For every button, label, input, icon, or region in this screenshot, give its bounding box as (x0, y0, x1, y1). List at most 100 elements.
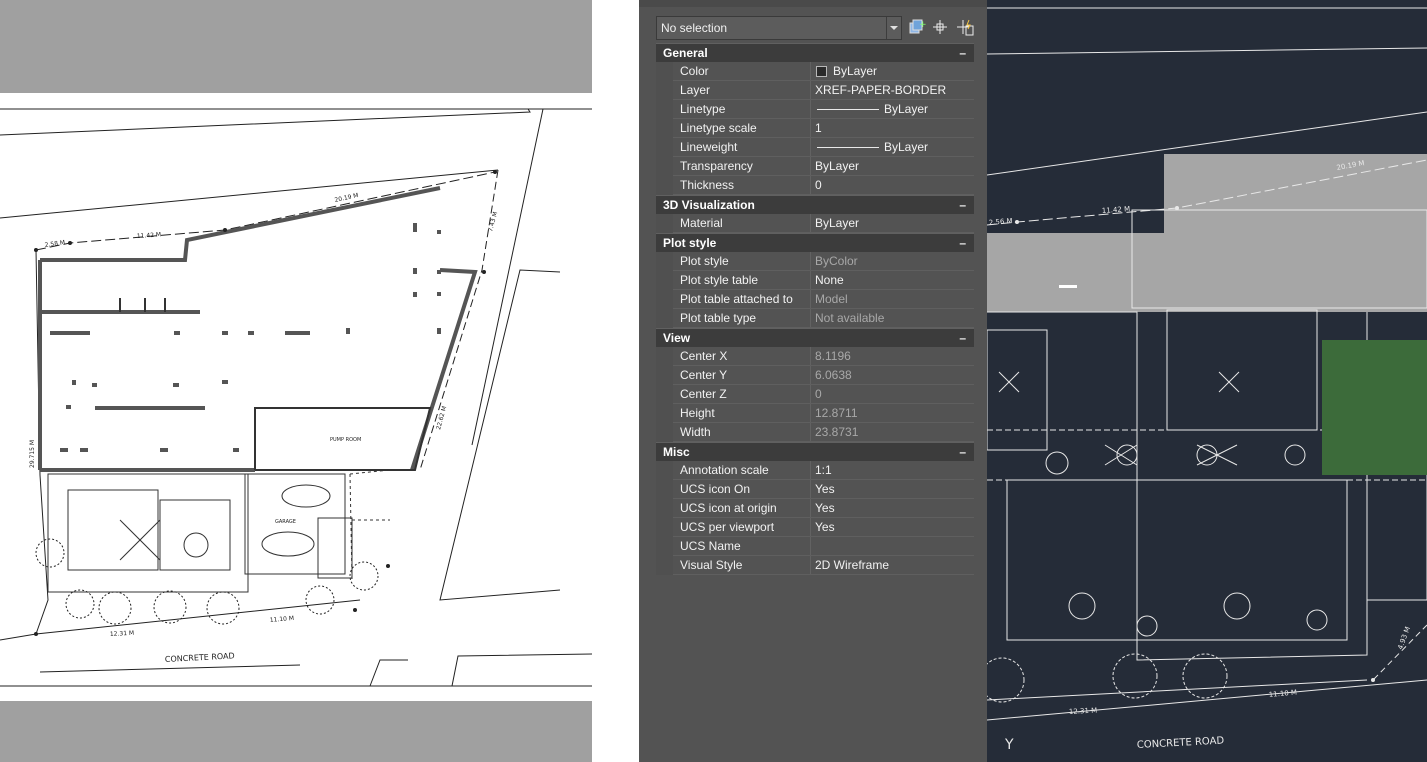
property-row-ucs-icon-on[interactable]: UCS icon On Yes (656, 480, 974, 499)
chevron-down-icon[interactable] (886, 17, 901, 39)
property-label: Visual Style (680, 558, 743, 572)
property-row-height[interactable]: Height 12.8711 (656, 404, 974, 423)
property-label: Center Y (680, 368, 728, 382)
property-value[interactable]: 1 (810, 119, 974, 137)
property-value: Model (810, 290, 974, 308)
property-value[interactable]: Yes (810, 480, 974, 498)
property-value[interactable]: ByLayer (810, 157, 974, 175)
property-value: 0 (810, 385, 974, 403)
quick-select-icon[interactable] (956, 18, 974, 36)
property-row-center-x[interactable]: Center X 8.1196 (656, 347, 974, 366)
property-row-plot-style[interactable]: Plot style ByColor (656, 252, 974, 271)
property-value[interactable]: ByLayer (810, 214, 974, 232)
property-row-layer[interactable]: Layer XREF-PAPER-BORDER (656, 81, 974, 100)
property-row-visual-style[interactable]: Visual Style 2D Wireframe (656, 556, 974, 575)
property-value-text: 23.8731 (815, 425, 859, 439)
property-row-plot-table-attached-to[interactable]: Plot table attached to Model (656, 290, 974, 309)
property-value-text: 6.0638 (815, 368, 852, 382)
collapse-icon[interactable]: – (959, 44, 966, 62)
collapse-icon[interactable]: – (959, 443, 966, 461)
property-label: Center Z (680, 387, 727, 401)
collapse-icon[interactable]: – (959, 234, 966, 252)
section-title: Plot style (663, 236, 717, 250)
property-value: Not available (810, 309, 974, 327)
property-value-text: 8.1196 (815, 349, 851, 363)
property-value[interactable]: 0 (810, 176, 974, 194)
road-edge (0, 108, 531, 136)
property-label: UCS icon at origin (680, 501, 777, 515)
property-value-text: 1 (815, 121, 822, 135)
section-title: 3D Visualization (663, 198, 755, 212)
survey-points (34, 170, 497, 636)
property-row-transparency[interactable]: Transparency ByLayer (656, 157, 974, 176)
property-value-text: Not available (815, 311, 885, 325)
property-row-linetype[interactable]: Linetype ByLayer (656, 100, 974, 119)
property-label: Plot table attached to (680, 292, 793, 306)
property-value[interactable]: ByLayer (810, 138, 974, 156)
property-label: Plot table type (680, 311, 757, 325)
section-header-misc[interactable]: Misc – (656, 442, 974, 461)
property-row-ucs-name[interactable]: UCS Name (656, 537, 974, 556)
property-row-plot-table-type[interactable]: Plot table type Not available (656, 309, 974, 328)
section-header-plot-style[interactable]: Plot style – (656, 233, 974, 252)
property-value[interactable]: None (810, 271, 974, 289)
site-plan-drawing[interactable]: 20.19 M 11.42 M 2.58 M 7.43 M 22.62 M 29… (0, 0, 592, 762)
property-value[interactable]: XREF-PAPER-BORDER (810, 81, 974, 99)
property-value: ByColor (810, 252, 974, 270)
property-label: Thickness (680, 178, 735, 192)
property-value-text: ByLayer (884, 102, 929, 116)
selection-highlight (1164, 154, 1427, 312)
line-sample-icon (817, 147, 879, 149)
property-row-ucs-per-viewport[interactable]: UCS per viewport Yes (656, 518, 974, 537)
collapse-icon[interactable]: – (959, 329, 966, 347)
road-edge (0, 169, 499, 219)
property-row-plot-style-table[interactable]: Plot style table None (656, 271, 974, 290)
property-label: Layer (680, 83, 711, 97)
selection-dropdown-value: No selection (661, 21, 728, 35)
property-row-material[interactable]: Material ByLayer (656, 214, 974, 233)
section-title: View (663, 331, 691, 345)
property-row-thickness[interactable]: Thickness 0 (656, 176, 974, 195)
selection-dropdown[interactable]: No selection (656, 16, 902, 40)
property-value[interactable]: 2D Wireframe (810, 556, 974, 574)
section-header-general[interactable]: General – (656, 43, 974, 62)
property-row-color[interactable]: Color ByLayer (656, 62, 974, 81)
property-value: 23.8731 (810, 423, 974, 441)
property-row-lineweight[interactable]: Lineweight ByLayer (656, 138, 974, 157)
dimension-label: 7.43 M (487, 211, 499, 233)
property-value[interactable] (810, 537, 974, 555)
palette-title-strip[interactable] (639, 0, 987, 7)
columns (60, 223, 441, 452)
dimension-label: 2.56 M (988, 217, 1012, 227)
property-value[interactable]: ByLayer (810, 100, 974, 118)
property-label: UCS per viewport (680, 520, 775, 534)
section-header-3d-visualization[interactable]: 3D Visualization – (656, 195, 974, 214)
dimension-label: 4.93 M (1396, 626, 1412, 651)
property-row-width[interactable]: Width 23.8731 (656, 423, 974, 442)
property-row-ucs-icon-at-origin[interactable]: UCS icon at origin Yes (656, 499, 974, 518)
property-value-text: 1:1 (815, 463, 832, 477)
property-value[interactable]: Yes (810, 499, 974, 517)
property-label: Color (680, 64, 709, 78)
dimension-label: 22.62 M (435, 405, 448, 430)
section-header-view[interactable]: View – (656, 328, 974, 347)
selection-toolbar: No selection + (656, 16, 974, 40)
property-value[interactable]: ByLayer (810, 62, 974, 80)
property-row-center-z[interactable]: Center Z 0 (656, 385, 974, 404)
dimension-label: 2.58 M (44, 239, 65, 249)
model-space-viewport[interactable]: 20.19 M 11.42 M 2.56 M 12.31 M 11.10 M 4… (987, 0, 1427, 762)
toggle-pickadd-icon[interactable]: + (908, 18, 926, 36)
property-row-linetype-scale[interactable]: Linetype scale 1 (656, 119, 974, 138)
property-value[interactable]: 1:1 (810, 461, 974, 479)
collapse-icon[interactable]: – (959, 196, 966, 214)
property-value[interactable]: Yes (810, 518, 974, 536)
property-row-center-y[interactable]: Center Y 6.0638 (656, 366, 974, 385)
property-value: 12.8711 (810, 404, 974, 422)
property-value-text: Yes (815, 501, 835, 515)
road-edge (369, 659, 408, 687)
select-objects-icon[interactable] (931, 18, 949, 36)
model-space-drawing[interactable]: 20.19 M 11.42 M 2.56 M 12.31 M 11.10 M 4… (987, 0, 1427, 762)
property-row-annotation-scale[interactable]: Annotation scale 1:1 (656, 461, 974, 480)
property-label: UCS icon On (680, 482, 751, 496)
paper-space-viewport[interactable]: 20.19 M 11.42 M 2.58 M 7.43 M 22.62 M 29… (0, 0, 592, 762)
